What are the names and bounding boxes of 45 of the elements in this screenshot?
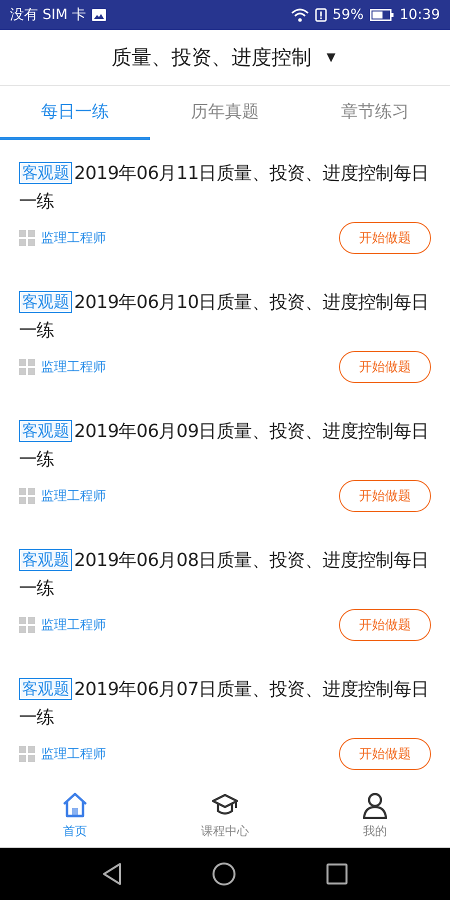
type-tag: 客观题: [19, 291, 72, 313]
person-icon: [361, 790, 389, 818]
type-tag: 客观题: [19, 549, 72, 571]
home-button-icon[interactable]: [212, 862, 236, 886]
category-label: 监理工程师: [41, 746, 107, 763]
home-icon: [61, 790, 89, 818]
page-title: 质量、投资、进度控制: [112, 44, 312, 71]
nav-item[interactable]: 课程中心: [150, 783, 300, 847]
battery-percent: 59%: [332, 7, 364, 23]
dropdown-button[interactable]: ▼: [324, 49, 338, 66]
type-tag: 客观题: [19, 678, 72, 700]
start-button[interactable]: 开始做题: [339, 222, 431, 254]
question-title[interactable]: 客观题 2019年06月07日质量、投资、进度控制每日一练: [19, 676, 438, 732]
grid-icon: [19, 746, 35, 762]
tab[interactable]: 章节练习: [300, 86, 450, 140]
nav-item[interactable]: 首页: [0, 783, 150, 847]
carrier-text: 没有 SIM 卡: [10, 6, 86, 24]
recents-icon[interactable]: [326, 863, 348, 885]
question-title[interactable]: 客观题 2019年06月09日质量、投资、进度控制每日一练: [19, 418, 438, 474]
grid-icon: [19, 230, 35, 246]
category-label: 监理工程师: [41, 359, 107, 376]
back-icon[interactable]: [102, 862, 122, 886]
grid-icon: [19, 359, 35, 375]
tab[interactable]: 每日一练: [0, 86, 150, 140]
grid-icon: [19, 488, 35, 504]
category-label: 监理工程师: [41, 617, 107, 634]
category-label: 监理工程师: [41, 230, 107, 247]
tab[interactable]: 历年真题: [150, 86, 300, 140]
grid-icon: [19, 617, 35, 633]
start-button[interactable]: 开始做题: [339, 480, 431, 512]
category-label: 监理工程师: [41, 488, 107, 505]
battery-icon: [370, 9, 394, 21]
start-button[interactable]: 开始做题: [339, 738, 431, 770]
wifi-icon: [290, 8, 309, 22]
image-icon: [92, 9, 106, 21]
question-title[interactable]: 客观题 2019年06月11日质量、投资、进度控制每日一练: [19, 160, 438, 216]
clock-time: 10:39: [400, 7, 440, 23]
question-title[interactable]: 客观题 2019年06月10日质量、投资、进度控制每日一练: [19, 289, 438, 345]
question-title[interactable]: 客观题 2019年06月08日质量、投资、进度控制每日一练: [19, 547, 438, 603]
nav-item[interactable]: 我的: [300, 783, 450, 847]
start-button[interactable]: 开始做题: [339, 609, 431, 641]
type-tag: 客观题: [19, 420, 72, 442]
start-button[interactable]: 开始做题: [339, 351, 431, 383]
type-tag: 客观题: [19, 162, 72, 184]
alert-icon: [314, 8, 327, 22]
